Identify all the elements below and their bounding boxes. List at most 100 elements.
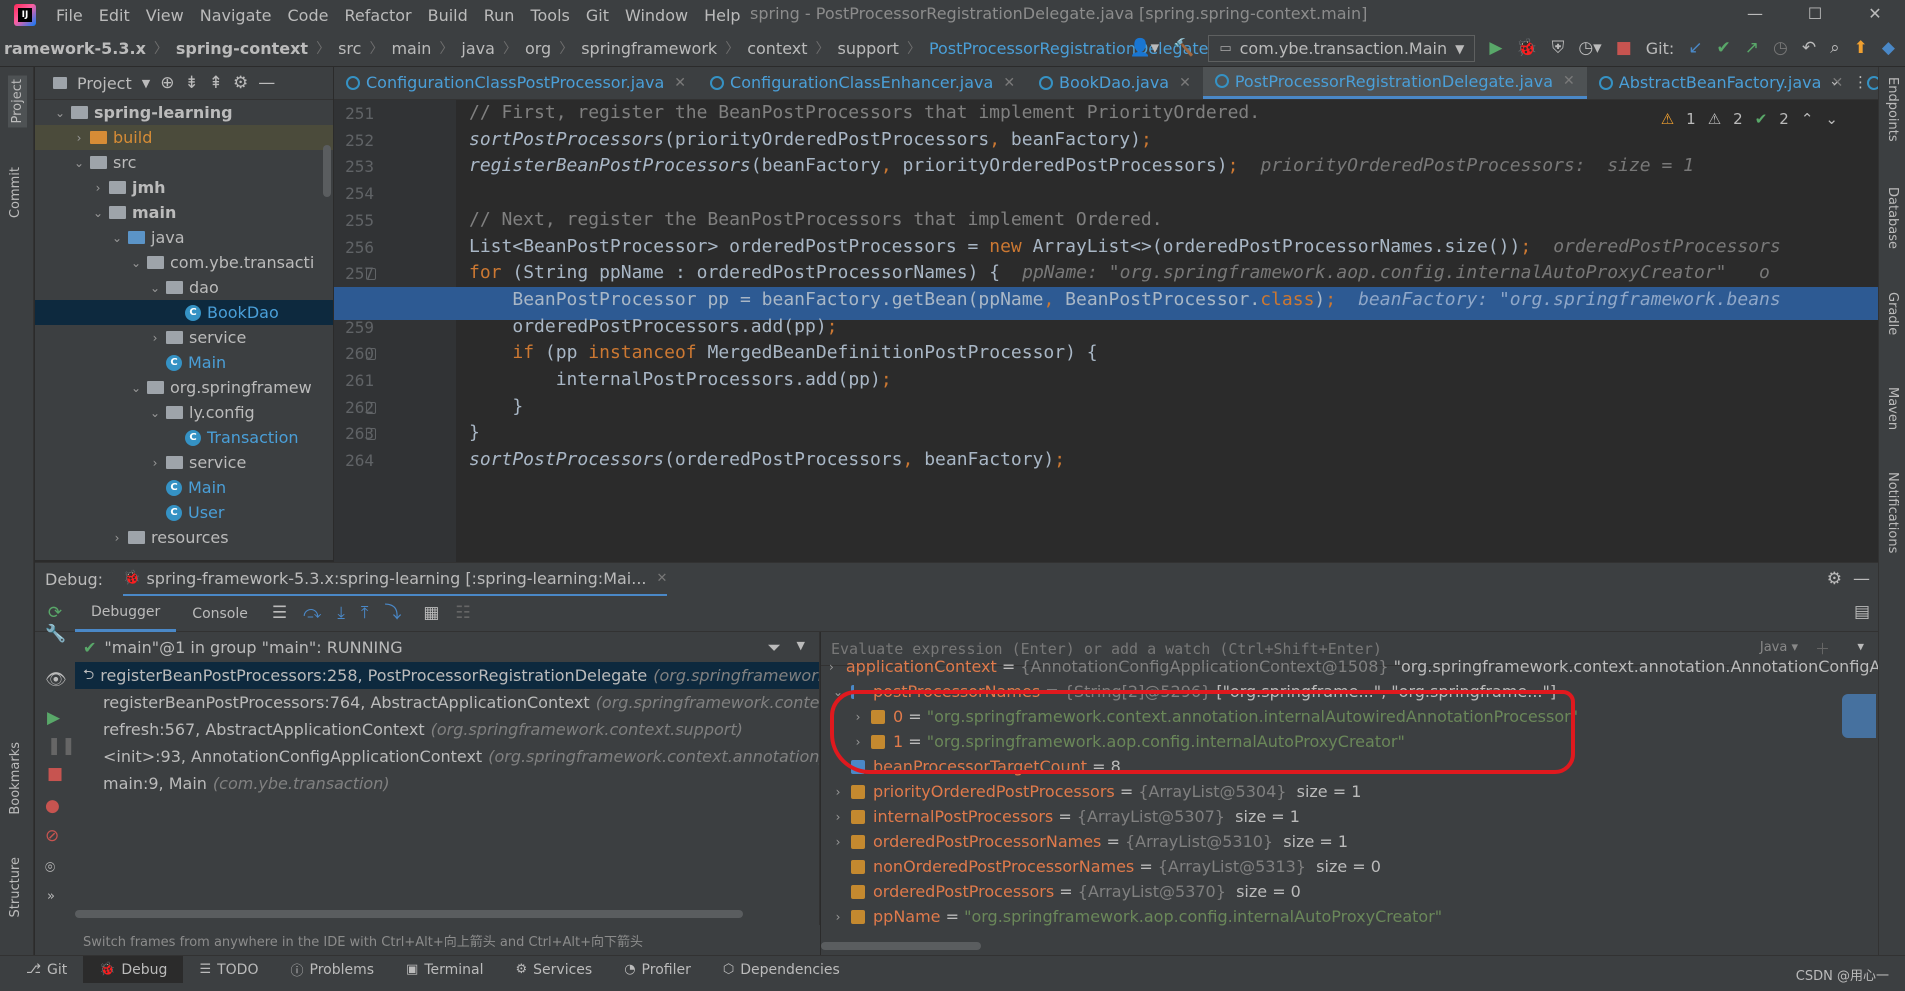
filter-icon[interactable]: ⏷ — [767, 640, 781, 657]
variable-row[interactable]: orderedPostProcessors = {ArrayList@5370}… — [821, 879, 1878, 904]
chevron-down-icon[interactable]: ⌄ — [72, 156, 86, 170]
step-out-icon[interactable]: ⤒ — [361, 605, 369, 622]
tree-item[interactable]: C Main — [35, 475, 333, 500]
menu-item-git[interactable]: Git — [578, 6, 617, 25]
stack-frame[interactable]: main:9, Main (com.ybe.transaction) — [75, 770, 819, 797]
tool-window-problems[interactable]: ⓘ Problems — [274, 956, 390, 984]
update-icon[interactable]: ⬆ — [1854, 40, 1868, 57]
chevron-right-icon[interactable]: › — [148, 456, 162, 470]
variable-row[interactable]: › ppName = "org.springframework.aop.confi… — [821, 904, 1878, 929]
horizontal-scrollbar[interactable] — [75, 910, 743, 918]
tool-endpoints[interactable]: Endpoints — [1885, 77, 1900, 142]
tree-item[interactable]: › build — [35, 125, 333, 150]
tree-item[interactable]: C User — [35, 500, 333, 525]
stack-frame[interactable]: <init>:93, AnnotationConfigApplicationCo… — [75, 743, 819, 770]
menu-item-tools[interactable]: Tools — [522, 6, 577, 25]
tree-item[interactable]: C BookDao — [35, 300, 333, 325]
close-tab-icon[interactable]: ✕ — [674, 75, 686, 91]
tree-item[interactable]: › jmh — [35, 175, 333, 200]
tree-item[interactable]: ⌄ com.ybe.transacti — [35, 250, 333, 275]
menu-item-edit[interactable]: Edit — [91, 6, 138, 25]
breadcrumb-item[interactable]: org — [525, 39, 551, 58]
code-line[interactable]: for (String ppName : orderedPostProcesso… — [469, 262, 1770, 283]
stack-frame[interactable]: ⮌ registerBeanPostProcessors:258, PostPro… — [75, 662, 819, 689]
run-configuration-select[interactable]: ▭ com.ybe.transaction.Main ▼ — [1208, 35, 1476, 62]
camera-icon[interactable]: ⌾ — [45, 860, 55, 877]
trace-icon[interactable]: ☷ — [455, 605, 470, 622]
breadcrumb-item[interactable]: java — [461, 39, 495, 58]
tool-window-dependencies[interactable]: ⬡ Dependencies — [707, 956, 856, 984]
git-commit-icon[interactable]: ✔ — [1717, 40, 1731, 57]
profile-icon[interactable]: ◷▾ — [1578, 40, 1601, 57]
code-line[interactable]: internalPostProcessors.add(pp); — [469, 369, 892, 390]
tool-structure[interactable]: Structure — [8, 857, 23, 917]
chevron-right-icon[interactable]: › — [829, 785, 847, 799]
code-line[interactable]: } — [469, 396, 523, 417]
editor-tab[interactable]: AbstractBeanFactory.java ✕ — [1587, 67, 1855, 99]
editor-tab[interactable]: ConfigurationClassPostProcessor.java ✕ — [334, 67, 698, 99]
tool-bookmarks[interactable]: Bookmarks — [8, 742, 23, 815]
chevron-right-icon[interactable]: › — [72, 131, 86, 145]
close-icon[interactable]: ✕ — [1845, 0, 1905, 28]
chevron-right-icon[interactable]: › — [110, 531, 124, 545]
tool-window-terminal[interactable]: ▣ Terminal — [390, 956, 499, 984]
plugin-icon[interactable]: ◆ — [1882, 40, 1895, 57]
tree-item[interactable]: ⌄ dao — [35, 275, 333, 300]
stop-icon[interactable]: ■ — [47, 766, 63, 783]
code-editor[interactable]: 2512522532542552562572582592602612622632… — [334, 100, 1878, 562]
tree-item[interactable]: C Main — [35, 350, 333, 375]
breadcrumb-item[interactable]: src — [338, 39, 361, 58]
step-over-icon[interactable]: ⤼ — [303, 605, 321, 622]
tool-window-services[interactable]: ⚙ Services — [500, 956, 609, 984]
vertical-scrollbar[interactable] — [323, 145, 331, 197]
tree-item[interactable]: ⌄ ly.config — [35, 400, 333, 425]
breadcrumb-item[interactable]: context — [747, 39, 807, 58]
eval-language-select[interactable]: Java ▾ — [1760, 640, 1798, 655]
tree-item[interactable]: › resources — [35, 525, 333, 550]
collapse-all-icon[interactable]: ⇞ — [209, 74, 223, 92]
pause-icon[interactable]: ❚❚ — [47, 738, 76, 755]
debug-session-tab[interactable]: 🐞 spring-framework-5.3.x:spring-learning… — [123, 563, 668, 597]
more-icon[interactable]: » — [47, 890, 55, 903]
editor-tab[interactable]: BookDao.java ✕ — [1027, 67, 1203, 99]
project-panel-title[interactable]: Project — [77, 74, 132, 93]
code-line[interactable]: sortPostProcessors(priorityOrderedPostPr… — [469, 129, 1152, 150]
git-push-icon[interactable]: ↗ — [1745, 40, 1759, 57]
menu-item-file[interactable]: File — [48, 6, 91, 25]
code-line[interactable]: // First, register the BeanPostProcessor… — [469, 102, 1260, 123]
tool-window-profiler[interactable]: ◔ Profiler — [608, 956, 707, 984]
close-tab-icon[interactable]: ✕ — [657, 571, 668, 586]
tree-item[interactable]: ⌄ src — [35, 150, 333, 175]
tool-window-debug[interactable]: 🐞 Debug — [83, 955, 184, 984]
tool-database[interactable]: Database — [1885, 187, 1900, 249]
tabs-overflow-chevron-icon[interactable]: ⌄ — [1829, 74, 1840, 89]
tree-item[interactable]: ⌄ org.springframew — [35, 375, 333, 400]
tool-commit[interactable]: Commit — [8, 167, 23, 218]
history-icon[interactable]: ◷ — [1773, 40, 1788, 57]
breadcrumb-item[interactable]: spring-context — [176, 39, 308, 58]
menu-item-run[interactable]: Run — [476, 6, 523, 25]
stack-frame[interactable]: registerBeanPostProcessors:764, Abstract… — [75, 689, 819, 716]
code-line[interactable]: registerBeanPostProcessors(beanFactory, … — [469, 155, 1694, 176]
tree-item[interactable]: ⌄ spring-learning — [35, 100, 333, 125]
debug-icon[interactable]: 🐞 — [1516, 40, 1537, 57]
editor-tab[interactable]: PostProcessorRegistrationDelegate.java ✕ — [1202, 67, 1587, 99]
chevron-right-icon[interactable]: › — [829, 835, 847, 849]
chevron-down-icon[interactable]: ⌄ — [91, 206, 105, 220]
menu-lines-icon[interactable]: ☰ — [272, 605, 287, 622]
build-hammer-icon[interactable]: 🔨 — [1173, 40, 1194, 57]
chevron-right-icon[interactable]: › — [829, 910, 847, 924]
floating-tool-icon[interactable] — [1842, 694, 1876, 738]
menu-item-view[interactable]: View — [138, 6, 192, 25]
tree-item[interactable]: ⌄ main — [35, 200, 333, 225]
chevron-down-icon[interactable]: ⌄ — [148, 281, 162, 295]
breadcrumb-item[interactable]: springframework — [581, 39, 717, 58]
chevron-right-icon[interactable]: › — [91, 181, 105, 195]
menu-item-window[interactable]: Window — [617, 6, 696, 25]
view-breakpoints-eye-icon[interactable]: 👁 — [45, 672, 67, 689]
fold-marker-icon[interactable] — [366, 428, 376, 441]
menu-item-build[interactable]: Build — [420, 6, 476, 25]
tool-notifications[interactable]: Notifications — [1885, 472, 1900, 553]
chevron-down-icon[interactable]: ⌄ — [53, 106, 67, 120]
stop-icon[interactable]: ■ — [1616, 40, 1632, 57]
